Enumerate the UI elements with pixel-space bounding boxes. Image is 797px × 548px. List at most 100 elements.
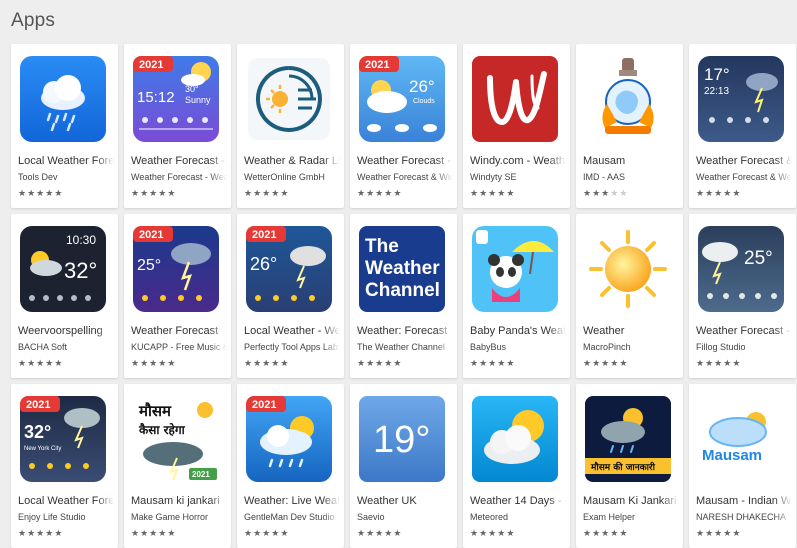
app-title: Mausam: [583, 155, 626, 167]
app-developer[interactable]: NARESH DHAKECHA: [696, 512, 792, 522]
star-icon: ★: [393, 188, 403, 198]
star-icon: ★: [253, 188, 263, 198]
app-developer[interactable]: Fillog Studio: [696, 342, 792, 352]
icon-year-label: 2021: [139, 229, 163, 241]
icon-temp-label: 26°: [250, 254, 277, 274]
app-developer[interactable]: WetterOnline GmbH: [244, 172, 340, 182]
app-card[interactable]: 2021 Weather: Live Weather GentleMan Dev…: [237, 384, 344, 548]
app-card[interactable]: Weather & Radar Live WetterOnline GmbH ★…: [237, 44, 344, 208]
weather-2021-sunny-icon: 2021 15:12 30° Sunny: [133, 56, 219, 142]
app-card[interactable]: 17° 22:13 Weather Forecast & Widget Weat…: [689, 44, 796, 208]
app-developer[interactable]: Saevio: [357, 512, 453, 522]
app-developer[interactable]: Meteored: [470, 512, 566, 522]
app-card[interactable]: 25° Weather Forecast - Weather Fillog St…: [689, 214, 796, 378]
star-rating: ★★★★★: [244, 188, 289, 198]
app-developer[interactable]: Exam Helper: [583, 512, 679, 522]
star-icon: ★: [18, 188, 28, 198]
app-card[interactable]: Windy.com - Weather Windyty SE ★★★★★: [463, 44, 570, 208]
star-icon: ★: [497, 188, 507, 198]
star-icon: ★: [27, 188, 37, 198]
app-card[interactable]: 19° Weather UK Saevio ★★★★★: [350, 384, 457, 548]
star-icon: ★: [583, 358, 593, 368]
star-icon: ★: [244, 358, 254, 368]
app-developer[interactable]: Windyty SE: [470, 172, 566, 182]
star-rating: ★★★★★: [696, 528, 741, 538]
star-icon: ★: [167, 528, 177, 538]
app-developer[interactable]: Perfectly Tool Apps Lab: [244, 342, 340, 352]
star-icon: ★: [244, 188, 254, 198]
app-developer[interactable]: BabyBus: [470, 342, 566, 352]
app-developer[interactable]: MacroPinch: [583, 342, 679, 352]
app-card[interactable]: 2021 26° Local Weather - Weather Perfect…: [237, 214, 344, 378]
star-icon: ★: [732, 528, 742, 538]
star-icon: ★: [45, 188, 55, 198]
star-icon: ★: [393, 528, 403, 538]
app-card[interactable]: 10:30 32° Weervoorspelling BACHA Soft ★★…: [11, 214, 118, 378]
app-card[interactable]: Weather 14 Days - Meteored Meteored ★★★★…: [463, 384, 570, 548]
star-rating: ★★★★★: [357, 188, 402, 198]
star-rating: ★★★★★: [470, 358, 515, 368]
star-icon: ★: [506, 528, 516, 538]
app-title: Weather Forecast - Weather: [357, 155, 453, 167]
app-title: Weather: Forecast: [357, 325, 448, 337]
app-card[interactable]: 2021 26° Clouds Weather Forecast - Weath…: [350, 44, 457, 208]
app-title: Weather 14 Days - Meteored: [470, 495, 566, 507]
app-developer[interactable]: Weather Forecast & Widget: [357, 172, 453, 182]
app-developer[interactable]: Weather Forecast - Weather: [131, 172, 227, 182]
app-title: Mausam ki jankari: [131, 495, 220, 507]
app-developer[interactable]: IMD - AAS: [583, 172, 679, 182]
app-card[interactable]: The Weather Channel Weather: Forecast Th…: [350, 214, 457, 378]
app-card[interactable]: Mausam Mausam - Indian Weather NARESH DH…: [689, 384, 796, 548]
star-icon: ★: [592, 188, 602, 198]
star-icon: ★: [384, 528, 394, 538]
star-icon: ★: [366, 528, 376, 538]
star-icon: ★: [167, 358, 177, 368]
star-icon: ★: [705, 528, 715, 538]
star-icon: ★: [18, 528, 28, 538]
app-developer[interactable]: GentleMan Dev Studio: [244, 512, 340, 522]
app-developer[interactable]: KUCAPP - Free Music & Video: [131, 342, 227, 352]
star-icon: ★: [470, 188, 480, 198]
app-card[interactable]: 2021 32° New York City Local Weather For…: [11, 384, 118, 548]
star-icon: ★: [280, 188, 290, 198]
app-card[interactable]: मौसम कैसा रहेगा 2021 Mausam ki jankari M…: [124, 384, 231, 548]
star-icon: ★: [131, 528, 141, 538]
icon-temp-label: 32°: [24, 422, 51, 442]
app-developer[interactable]: BACHA Soft: [18, 342, 114, 352]
star-icon: ★: [140, 358, 150, 368]
star-icon: ★: [714, 188, 724, 198]
app-developer[interactable]: Weather Forecast & Weather: [696, 172, 792, 182]
sun-cloud-icon: [472, 396, 558, 482]
star-icon: ★: [280, 528, 290, 538]
app-card[interactable]: 2021 15:12 30° Sunny Weather Forecast - …: [124, 44, 231, 208]
app-card[interactable]: Baby Panda's Weather BabyBus ★★★★★: [463, 214, 570, 378]
star-rating: ★★★★★: [244, 528, 289, 538]
star-icon: ★: [696, 358, 706, 368]
star-icon: ★: [619, 188, 629, 198]
app-title: Weather Forecast - Weather: [131, 155, 227, 167]
app-developer[interactable]: Tools Dev: [18, 172, 114, 182]
star-icon: ★: [18, 358, 28, 368]
icon-year-label: 2021: [365, 59, 389, 71]
star-icon: ★: [366, 358, 376, 368]
star-icon: ★: [149, 188, 159, 198]
app-title: Weather Forecast: [131, 325, 219, 337]
app-card[interactable]: Mausam IMD - AAS ★★★★★: [576, 44, 683, 208]
app-developer[interactable]: The Weather Channel: [357, 342, 453, 352]
app-title: Weather: [583, 325, 625, 337]
app-card[interactable]: Weather MacroPinch ★★★★★: [576, 214, 683, 378]
app-card[interactable]: 2021 25° Weather Forecast KUCAPP - Free …: [124, 214, 231, 378]
section-title: Apps: [11, 10, 56, 31]
star-icon: ★: [610, 188, 620, 198]
app-card[interactable]: मौसम की जानकारी Mausam Ki Jankari Exam H…: [576, 384, 683, 548]
star-rating: ★★★★★: [131, 188, 176, 198]
app-developer[interactable]: Make Game Horror: [131, 512, 227, 522]
weather-storm-widget-icon: 25°: [698, 226, 784, 312]
app-developer[interactable]: Enjoy Life Studio: [18, 512, 114, 522]
star-icon: ★: [723, 188, 733, 198]
star-icon: ★: [271, 528, 281, 538]
star-icon: ★: [705, 358, 715, 368]
cloud-rain-icon: [20, 56, 106, 142]
star-icon: ★: [45, 528, 55, 538]
app-card[interactable]: Local Weather Forecast Tools Dev ★★★★★: [11, 44, 118, 208]
